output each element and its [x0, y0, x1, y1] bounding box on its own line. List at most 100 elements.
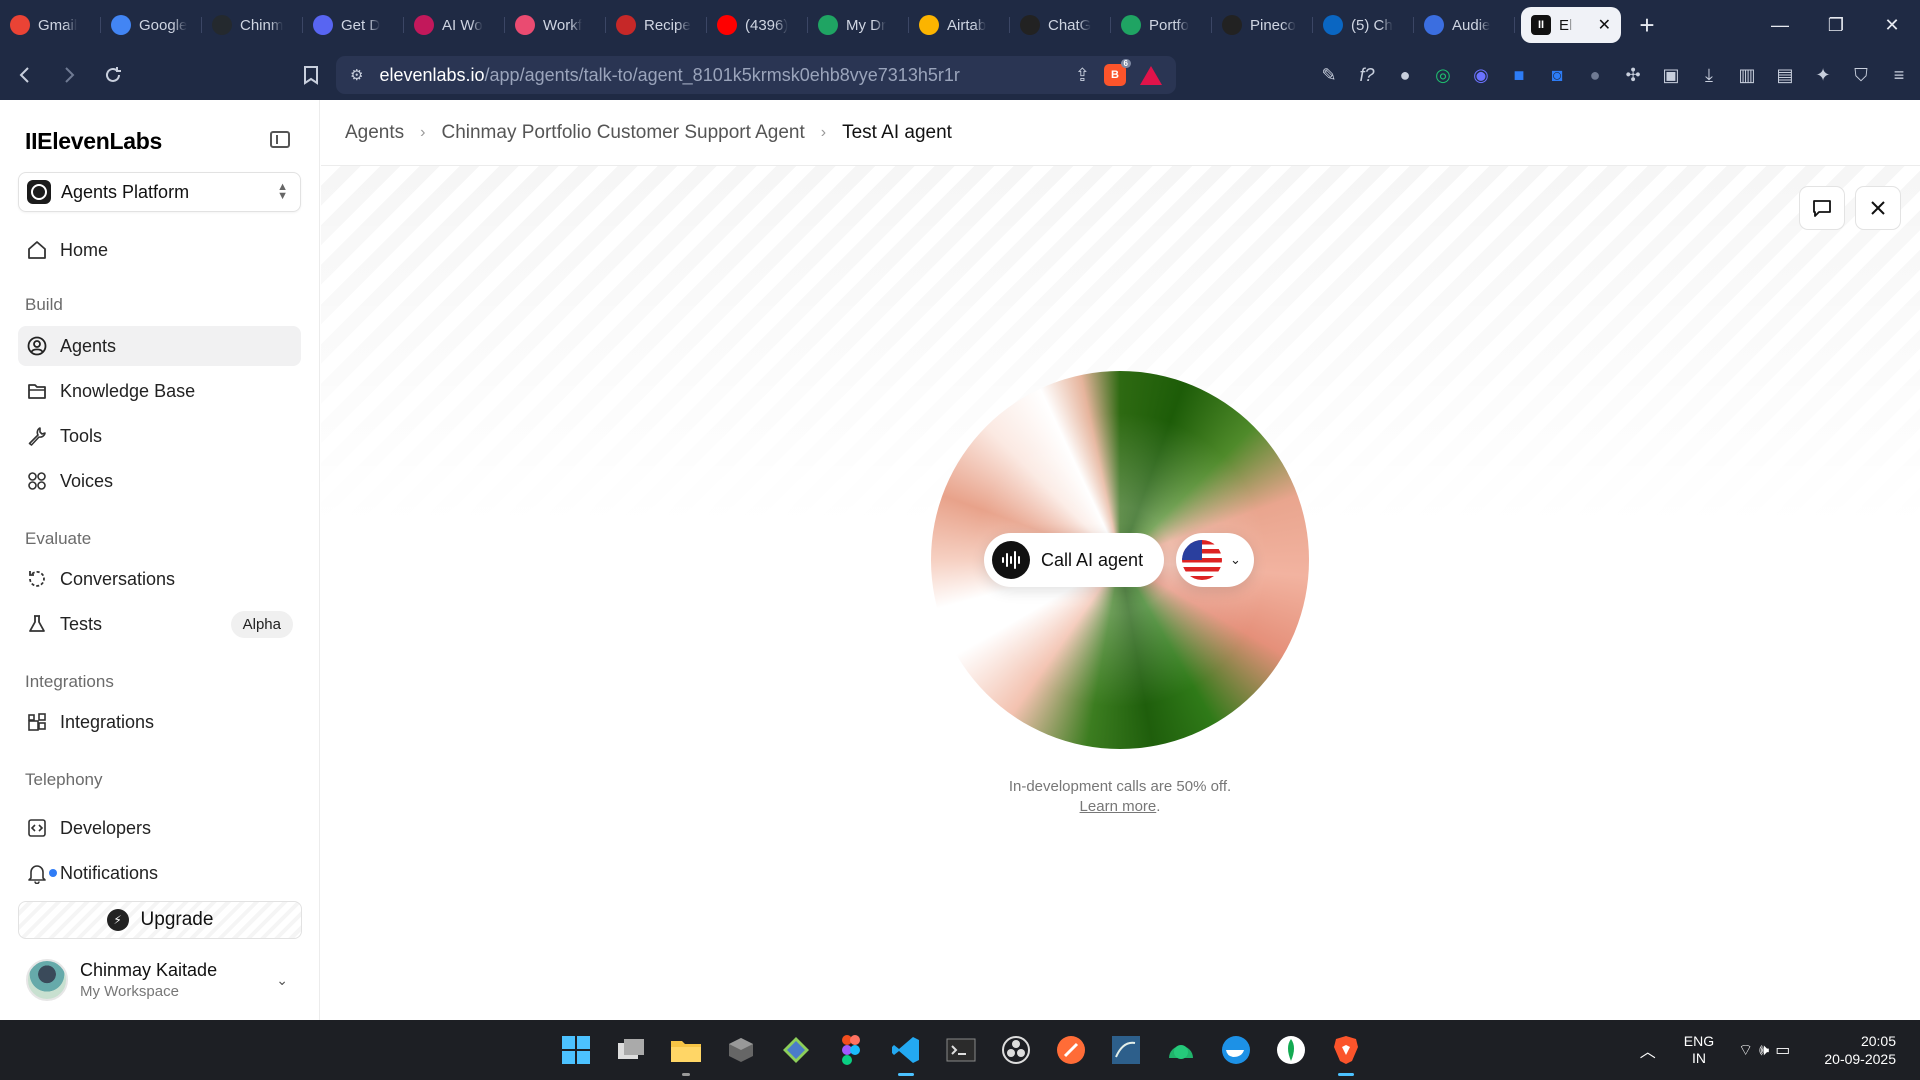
- browser-tab[interactable]: Airtab: [909, 7, 1010, 43]
- download-icon[interactable]: ⤓: [1696, 62, 1722, 88]
- avatar: [26, 959, 68, 1001]
- obs-button[interactable]: [996, 1030, 1036, 1070]
- chevron-down-icon: ⌄: [276, 971, 288, 988]
- start-button[interactable]: [556, 1030, 596, 1070]
- show-hidden-icons-icon[interactable]: ︿: [1640, 1038, 1656, 1062]
- terminal-icon: [946, 1038, 976, 1062]
- brave-browser-button[interactable]: [1326, 1030, 1366, 1076]
- browser-tab[interactable]: Workf: [505, 7, 606, 43]
- browser-tab[interactable]: My Dr: [808, 7, 909, 43]
- call-ai-agent-button[interactable]: Call AI agent: [984, 533, 1164, 587]
- clock[interactable]: 20:05 20-09-2025: [1824, 1032, 1896, 1068]
- menu-icon[interactable]: ≡: [1886, 62, 1912, 88]
- learn-more-link[interactable]: Learn more: [1080, 798, 1157, 815]
- sidebar-item-developers[interactable]: Developers: [18, 808, 301, 848]
- sidebar-item-agents[interactable]: Agents: [18, 326, 301, 366]
- extension-icon[interactable]: ◙: [1544, 62, 1570, 88]
- sidebar-item-voices[interactable]: Voices: [18, 461, 301, 501]
- site-settings-icon[interactable]: ⚙: [350, 66, 363, 84]
- voices-grid-icon: [26, 470, 48, 492]
- extension-icon[interactable]: ●: [1582, 62, 1608, 88]
- browser-tab[interactable]: Recipe: [606, 7, 707, 43]
- language-selector[interactable]: ⌄: [1176, 533, 1254, 587]
- close-tab-icon[interactable]: ✕: [1598, 15, 1611, 35]
- back-button[interactable]: [6, 56, 44, 94]
- docker-button[interactable]: [1216, 1030, 1256, 1070]
- browser-tab[interactable]: Gmail: [0, 7, 101, 43]
- home-icon: [26, 239, 48, 261]
- extension-icon[interactable]: ●: [1392, 62, 1418, 88]
- shield-count: 6: [1120, 59, 1131, 68]
- brave-shield-icon[interactable]: B6: [1104, 59, 1131, 86]
- vscode-button[interactable]: [886, 1030, 926, 1076]
- browser-tab[interactable]: (5) Ch: [1313, 7, 1414, 43]
- brave-rewards-icon[interactable]: [1140, 65, 1162, 85]
- browser-tab[interactable]: AI Wo: [404, 7, 505, 43]
- browser-tab[interactable]: Google: [101, 7, 202, 43]
- chat-button[interactable]: [1799, 186, 1845, 230]
- platform-label: Agents Platform: [61, 181, 190, 202]
- share-icon[interactable]: ⇪: [1075, 65, 1090, 86]
- extension-bar: ✎ f? ● ◎ ◉ ■ ◙ ● ✣ ▣ ⤓ ▥ ▤ ✦ ⛉ ≡: [1316, 50, 1912, 100]
- section-build: Build: [25, 295, 63, 314]
- sidebar-toggle-icon[interactable]: ▥: [1734, 62, 1760, 88]
- app-button[interactable]: [721, 1030, 761, 1070]
- screenshot-icon[interactable]: ▣: [1658, 62, 1684, 88]
- mysql-workbench-button[interactable]: [1106, 1030, 1146, 1070]
- recipe-icon: [616, 15, 636, 35]
- wallet-icon[interactable]: ▤: [1772, 62, 1798, 88]
- browser-tab[interactable]: Get D: [303, 7, 404, 43]
- minimize-button[interactable]: —: [1752, 0, 1808, 50]
- reload-button[interactable]: [94, 56, 132, 94]
- bookmark-button[interactable]: [292, 56, 330, 94]
- sidebar-item-tools[interactable]: Tools: [18, 416, 301, 456]
- font-extension-icon[interactable]: f?: [1354, 62, 1380, 88]
- extension-icon[interactable]: ◉: [1468, 62, 1494, 88]
- forward-button[interactable]: [50, 56, 88, 94]
- browser-tab[interactable]: Pineco: [1212, 7, 1313, 43]
- vpn-icon[interactable]: ⛉: [1848, 62, 1874, 88]
- postman-button[interactable]: [1051, 1030, 1091, 1070]
- sidebar-item-home[interactable]: Home: [18, 230, 301, 270]
- sidebar-item-tests[interactable]: Tests Alpha: [18, 604, 301, 644]
- grammar-extension-icon[interactable]: ◎: [1430, 62, 1456, 88]
- file-explorer-button[interactable]: [666, 1030, 706, 1076]
- language-indicator[interactable]: ENG IN: [1684, 1033, 1714, 1067]
- browser-tab[interactable]: Portfo: [1111, 7, 1212, 43]
- collapse-sidebar-icon[interactable]: [270, 131, 290, 148]
- platform-selector[interactable]: Agents Platform ▲ ▼: [18, 172, 301, 212]
- breadcrumb-agent[interactable]: Chinmay Portfolio Customer Support Agent: [441, 122, 804, 144]
- elevenlabs-icon: II: [1531, 15, 1551, 35]
- sidebar-item-notifications[interactable]: Notifications: [18, 853, 301, 893]
- browser-tab-label: Get D: [341, 16, 381, 34]
- close-button[interactable]: [1855, 186, 1901, 230]
- user-menu[interactable]: Chinmay Kaitade My Workspace ⌄: [18, 950, 302, 1010]
- elevenlabs-logo[interactable]: IIElevenLabs: [25, 128, 162, 155]
- active-tab[interactable]: II El ✕: [1521, 7, 1621, 43]
- browser-toolbar: ⚙ elevenlabs.io /app/agents/talk-to/agen…: [0, 50, 1920, 100]
- extension-icon[interactable]: ■: [1506, 62, 1532, 88]
- app-button[interactable]: [1161, 1030, 1201, 1070]
- browser-tab[interactable]: Audie: [1414, 7, 1515, 43]
- breadcrumb-agents[interactable]: Agents: [345, 122, 404, 144]
- terminal-button[interactable]: [941, 1030, 981, 1070]
- mongodb-button[interactable]: [1271, 1030, 1311, 1070]
- browser-tab[interactable]: (4396): [707, 7, 808, 43]
- leo-ai-icon[interactable]: ✦: [1810, 62, 1836, 88]
- sidebar-item-knowledge-base[interactable]: Knowledge Base: [18, 371, 301, 411]
- address-bar[interactable]: ⚙ elevenlabs.io /app/agents/talk-to/agen…: [336, 56, 1176, 94]
- sidebar-item-integrations[interactable]: Integrations: [18, 702, 301, 742]
- upgrade-button[interactable]: ⚡ Upgrade: [18, 901, 302, 939]
- git-app-button[interactable]: [776, 1030, 816, 1070]
- eyedropper-extension-icon[interactable]: ✎: [1316, 62, 1342, 88]
- wifi-volume-battery-icons[interactable]: ⌔🕪▭: [1738, 1040, 1796, 1060]
- browser-tab[interactable]: ChatG: [1010, 7, 1111, 43]
- figma-button[interactable]: [831, 1030, 871, 1070]
- browser-tab[interactable]: Chinm: [202, 7, 303, 43]
- new-tab-button[interactable]: +: [1627, 10, 1667, 41]
- restore-button[interactable]: ❐: [1808, 0, 1864, 50]
- task-view-button[interactable]: [611, 1030, 651, 1070]
- extensions-puzzle-icon[interactable]: ✣: [1620, 62, 1646, 88]
- sidebar-item-conversations[interactable]: Conversations: [18, 559, 301, 599]
- close-window-button[interactable]: ✕: [1864, 0, 1920, 50]
